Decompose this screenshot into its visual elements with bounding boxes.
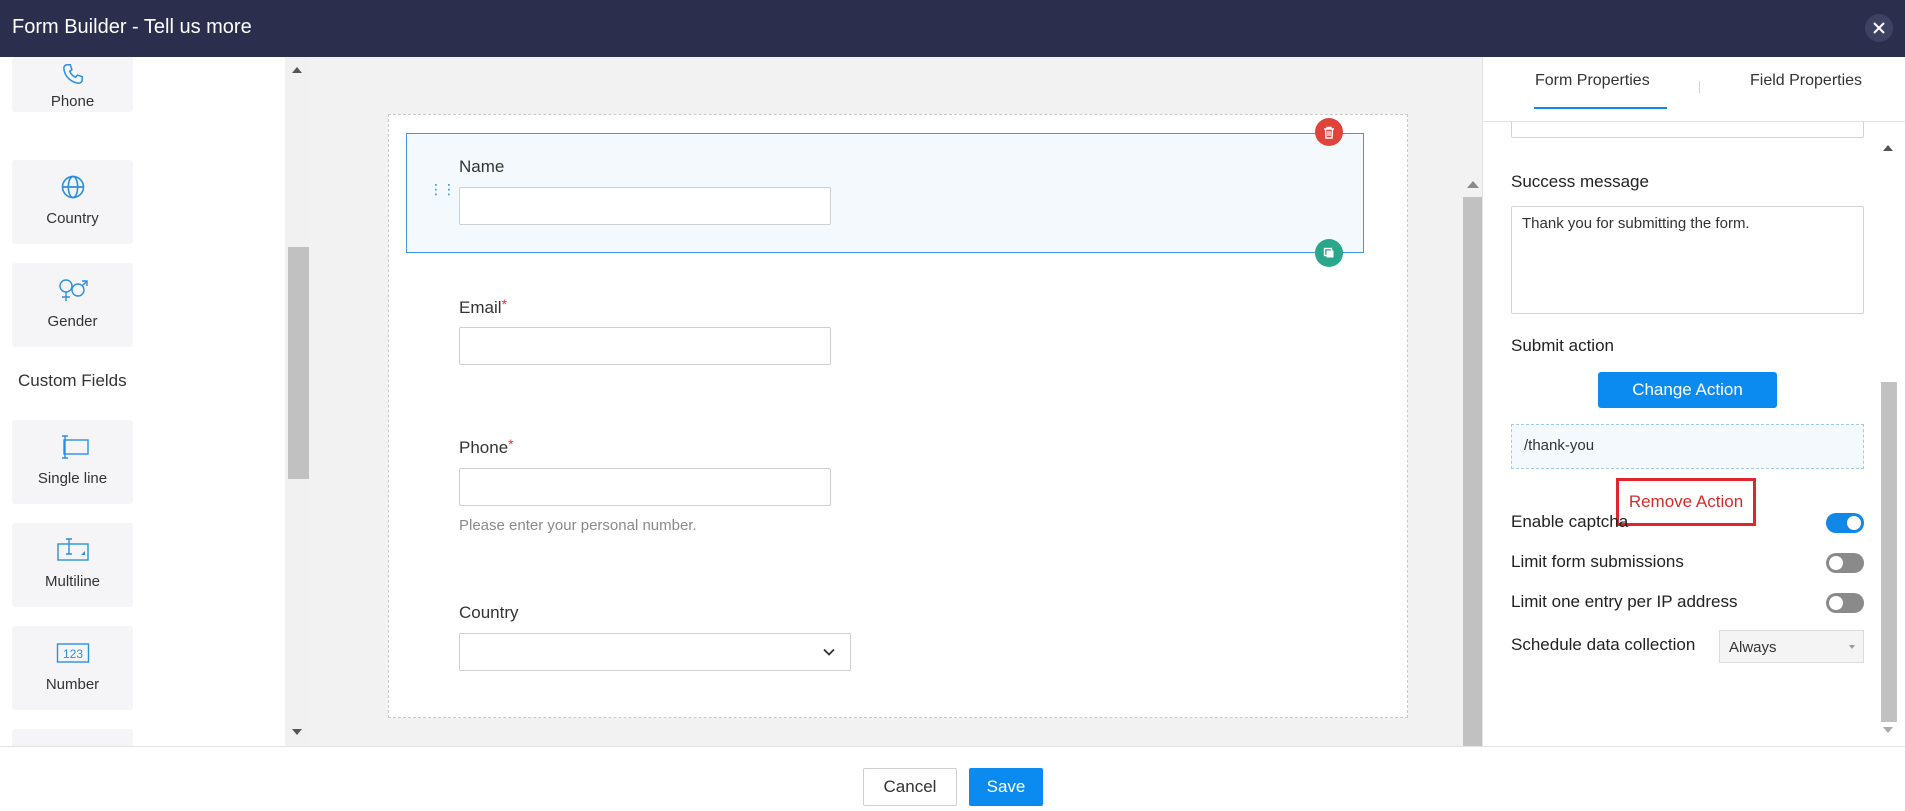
tab-field-properties[interactable]: Field Properties [1750,72,1862,90]
required-mark: * [508,436,514,452]
globe-icon [61,175,84,199]
save-button[interactable]: Save [969,768,1043,806]
schedule-select-value: Always [1729,639,1777,656]
copy-icon [1323,247,1334,258]
scroll-down-arrow-icon[interactable] [292,729,302,735]
field-label-phone: Phone* [459,436,514,458]
palette-item-label: Gender [47,313,98,330]
palette-scrollbar[interactable] [285,57,310,746]
phone-label-text: Phone [459,438,509,457]
schedule-label: Schedule data collection [1511,635,1696,654]
close-button[interactable] [1865,14,1893,42]
palette-item-label: Single line [37,470,108,487]
limit-submissions-label: Limit form submissions [1511,552,1684,571]
enable-captcha-label: Enable captcha [1511,512,1629,531]
toggle-knob [1829,556,1843,570]
required-mark: * [501,296,507,312]
phone-icon [62,64,83,84]
palette-item-phone[interactable]: Phone [12,57,133,112]
phone-input[interactable] [459,468,831,506]
scroll-down-arrow-icon[interactable] [1883,727,1893,733]
palette-item-label: Country [46,210,99,227]
properties-tabs: Form Properties Field Properties [1483,57,1905,122]
submit-action-label: Submit action [1511,336,1614,355]
title-bar: Form Builder - Tell us more [0,0,1905,57]
caret-down-icon [1849,645,1855,649]
country-select[interactable] [459,633,851,671]
scroll-up-arrow-icon[interactable] [292,67,302,73]
palette-item-multiline[interactable]: Multiline [12,523,133,607]
window-title: Form Builder - Tell us more [12,16,252,38]
properties-scrollbar[interactable] [1879,122,1898,746]
duplicate-field-button[interactable] [1315,239,1343,267]
palette-item-single-line[interactable]: Single line [12,420,133,504]
delete-field-button[interactable] [1315,118,1343,146]
field-palette: Phone Country Gender Custom Fields Singl… [0,57,285,746]
gender-icon [58,279,88,301]
enable-captcha-toggle[interactable] [1826,513,1864,533]
scroll-up-arrow-icon[interactable] [1467,181,1479,188]
name-input[interactable] [459,187,831,225]
tab-form-properties[interactable]: Form Properties [1535,72,1650,90]
tab-divider [1699,81,1700,93]
cancel-button[interactable]: Cancel [863,768,957,806]
close-icon [1873,22,1885,34]
scrollbar-thumb[interactable] [1881,382,1897,722]
toggle-knob [1847,516,1861,530]
scrollbar-thumb[interactable] [1463,197,1482,751]
palette-item-number[interactable]: 123 Number [12,626,133,710]
email-label-text: Email [459,298,502,317]
active-tab-indicator [1534,107,1667,109]
number-icon-text: 123 [62,647,82,661]
change-action-button[interactable]: Change Action [1598,372,1777,408]
limit-submissions-toggle[interactable] [1826,553,1864,573]
limit-ip-toggle[interactable] [1826,593,1864,613]
palette-item-label: Number [45,676,100,693]
scroll-up-arrow-icon[interactable] [1883,145,1893,151]
trash-icon [1324,126,1334,139]
phone-hint: Please enter your personal number. [459,517,697,534]
palette-item-label: Phone [50,93,95,110]
scrollbar-thumb[interactable] [288,247,309,479]
single-line-icon [61,435,89,459]
action-url-box[interactable]: /thank-you [1511,424,1864,469]
palette-item-partial[interactable] [12,729,133,746]
number-icon: 123 [56,643,89,663]
custom-fields-heading: Custom Fields [18,371,127,390]
field-label-name: Name [459,157,505,176]
properties-body: Success message Thank you for submitting… [1483,122,1905,746]
form-preview: ⋮⋮ Name Email* Phone* Please enter your … [388,114,1482,764]
submit-label-input[interactable] [1511,122,1864,138]
footer-bar: Cancel Save [0,746,1905,811]
field-label-country: Country [459,603,519,622]
remove-action-link[interactable]: Remove Action [1616,478,1756,526]
form-canvas: ⋮⋮ Name Email* Phone* Please enter your … [310,57,1482,764]
success-message-textarea[interactable]: Thank you for submitting the form. [1511,206,1864,314]
canvas-scrollbar[interactable] [1461,175,1484,773]
chevron-down-icon [823,648,835,656]
drag-handle-icon[interactable]: ⋮⋮ [429,182,456,196]
limit-ip-label: Limit one entry per IP address [1511,592,1738,611]
success-message-label: Success message [1511,172,1649,191]
toggle-knob [1829,596,1843,610]
palette-item-label: Multiline [44,573,101,590]
email-input[interactable] [459,327,831,365]
properties-panel: Form Properties Field Properties Success… [1482,57,1905,746]
palette-item-gender[interactable]: Gender [12,263,133,347]
multiline-icon [56,538,89,561]
field-label-email: Email* [459,296,507,318]
schedule-select[interactable]: Always [1719,630,1864,663]
palette-item-country[interactable]: Country [12,160,133,244]
